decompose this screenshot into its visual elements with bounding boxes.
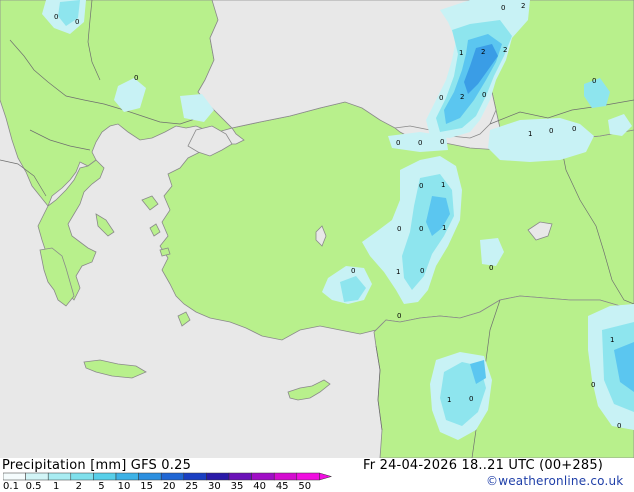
credit-link[interactable]: ©weatheronline.co.uk <box>486 474 623 488</box>
map-canvas: 0 0 0 2 0 1 2 2 0 2 0 0 1 0 0 0 0 0 0 1 … <box>0 0 634 458</box>
point-value: 0 <box>592 77 596 85</box>
scale-swatch <box>206 472 230 481</box>
map-footer: Precipitation [mm] GFS 0.25 Fr 24-04-202… <box>0 458 634 492</box>
point-value: 0 <box>419 182 423 190</box>
scale-swatch <box>70 472 94 481</box>
point-value: 0 <box>397 312 401 320</box>
scale-swatch <box>183 472 207 481</box>
scale-tick-label: 1 <box>53 481 60 492</box>
point-value: 1 <box>396 268 400 276</box>
scale-swatch <box>25 472 49 481</box>
point-value: 0 <box>54 13 58 21</box>
point-value: 0 <box>396 139 400 147</box>
point-value: 0 <box>397 225 401 233</box>
scale-overflow-arrow <box>319 472 333 481</box>
scale-swatch <box>296 472 320 481</box>
point-value: 0 <box>501 4 505 12</box>
scale-title: Precipitation [mm] GFS 0.25 <box>2 458 192 473</box>
point-value: 1 <box>442 224 446 232</box>
point-value: 0 <box>469 395 473 403</box>
point-value: 0 <box>439 94 443 102</box>
scale-swatch <box>228 472 252 481</box>
point-value: 1 <box>610 336 614 344</box>
scale-swatch <box>3 472 26 481</box>
scale-swatch <box>93 472 117 481</box>
point-value: 0 <box>440 138 444 146</box>
scale-tick-label: 15 <box>140 481 153 492</box>
point-value: 1 <box>447 396 451 404</box>
point-value: 0 <box>418 139 422 147</box>
point-value: 1 <box>459 49 463 57</box>
scale-tick-label: 20 <box>162 481 176 492</box>
scale-swatch <box>160 472 185 481</box>
point-value: 0 <box>75 18 79 26</box>
scale-tick-label: 45 <box>275 481 289 492</box>
point-value: 1 <box>528 130 532 138</box>
scale-tick-label: 40 <box>253 481 266 492</box>
forecast-run-info: Fr 24-04-2026 18..21 UTC (00+285) <box>363 458 604 473</box>
point-value: 0 <box>572 125 576 133</box>
scale-tick-label: 0.5 <box>25 481 42 492</box>
scale-swatch <box>47 472 72 481</box>
scale-swatch <box>273 472 298 481</box>
precipitation-map: 0 0 0 2 0 1 2 2 0 2 0 0 1 0 0 0 0 0 0 1 … <box>0 0 634 458</box>
point-value: 0 <box>419 225 423 233</box>
scale-tick-label: 2 <box>75 481 82 492</box>
scale-tick-label: 0.1 <box>3 481 19 492</box>
point-value: 0 <box>549 127 553 135</box>
point-value: 0 <box>134 74 138 82</box>
scale-tick-label: 10 <box>117 481 131 492</box>
point-value: 2 <box>481 48 485 56</box>
scale-tick-label: 5 <box>98 481 105 492</box>
point-value: 2 <box>460 93 464 101</box>
point-value: 2 <box>503 46 507 54</box>
point-value: 0 <box>482 91 486 99</box>
scale-tick-label: 35 <box>230 481 244 492</box>
scale-swatch <box>115 472 139 481</box>
point-value: 0 <box>617 422 621 430</box>
point-value: 0 <box>489 264 493 272</box>
point-value: 0 <box>351 267 355 275</box>
scale-tick-label: 50 <box>298 481 312 492</box>
point-value: 0 <box>420 267 424 275</box>
point-value: 2 <box>521 2 525 10</box>
scale-tick-label: 25 <box>185 481 199 492</box>
point-value: 0 <box>591 381 595 389</box>
scale-tick-label: 30 <box>208 481 221 492</box>
scale-swatch <box>251 472 275 481</box>
point-value: 1 <box>441 181 445 189</box>
scale-swatch <box>138 472 162 481</box>
